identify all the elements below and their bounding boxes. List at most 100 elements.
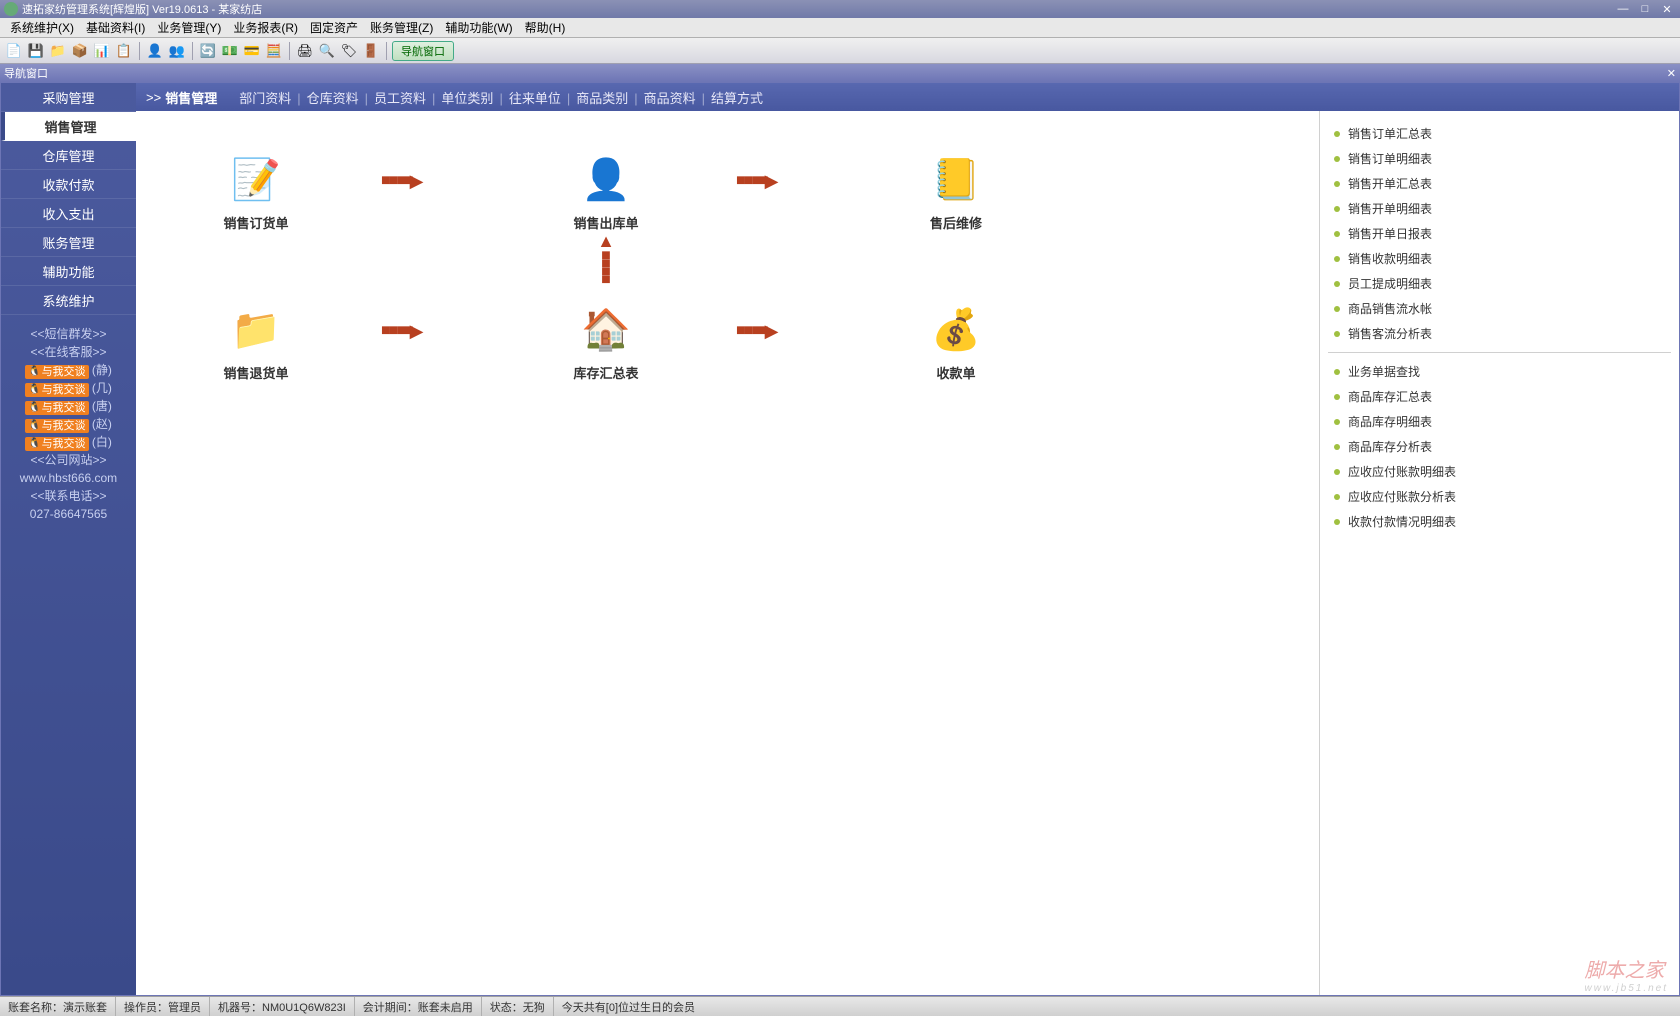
tool-user-icon[interactable]: 👤 bbox=[145, 41, 165, 61]
flow-r2-0[interactable]: 📁销售退货单 bbox=[206, 301, 306, 382]
statusbar: 账套名称：演示账套 操作员：管理员 机器号：NM0U1Q6W823I 会计期间：… bbox=[0, 996, 1680, 1016]
sidebar-links: <<短信群发>> <<在线客服>> 与我交谈 (静)与我交谈 (几)与我交谈 (… bbox=[1, 325, 136, 523]
arrow-r1-1: ■■■■ bbox=[381, 171, 422, 191]
chat-link-4[interactable]: 与我交谈 bbox=[25, 437, 88, 451]
report-g2-2[interactable]: 商品库存明细表 bbox=[1328, 409, 1671, 434]
sidebar-item-7[interactable]: 系统维护 bbox=[1, 286, 136, 315]
online-service-link[interactable]: <<在线客服>> bbox=[1, 343, 136, 361]
tool-folder-icon[interactable]: 📁 bbox=[48, 41, 68, 61]
report-g2-5[interactable]: 应收应付账款分析表 bbox=[1328, 484, 1671, 509]
menu-item-5[interactable]: 账务管理(Z) bbox=[364, 19, 439, 36]
chat-link-1[interactable]: 与我交谈 bbox=[25, 383, 88, 397]
toolbar-separator bbox=[192, 42, 193, 60]
chat-link-3[interactable]: 与我交谈 bbox=[25, 419, 88, 433]
tool-chart-icon[interactable]: 📊 bbox=[92, 41, 112, 61]
report-g2-1[interactable]: 商品库存汇总表 bbox=[1328, 384, 1671, 409]
tool-card-icon[interactable]: 💳 bbox=[242, 41, 262, 61]
breadcrumb-link-1[interactable]: 仓库资料 bbox=[305, 91, 361, 106]
main-area: 采购管理销售管理仓库管理收款付款收入支出账务管理辅助功能系统维护 <<短信群发>>… bbox=[0, 82, 1680, 996]
nav-window-button[interactable]: 导航窗口 bbox=[392, 41, 454, 61]
report-g1-2[interactable]: 销售开单汇总表 bbox=[1328, 171, 1671, 196]
arrow-vertical: ■■■■ bbox=[596, 231, 616, 284]
phone-label: <<联系电话>> bbox=[1, 487, 136, 505]
report-g2-4[interactable]: 应收应付账款明细表 bbox=[1328, 459, 1671, 484]
report-g1-8[interactable]: 销售客流分析表 bbox=[1328, 321, 1671, 346]
chat-link-2[interactable]: 与我交谈 bbox=[25, 401, 88, 415]
status-account: 账套名称：演示账套 bbox=[0, 997, 116, 1016]
menu-item-7[interactable]: 帮助(H) bbox=[519, 19, 572, 36]
tool-box-icon[interactable]: 📦 bbox=[70, 41, 90, 61]
flow-r1-2-icon: 📒 bbox=[928, 151, 984, 207]
report-g1-7[interactable]: 商品销售流水帐 bbox=[1328, 296, 1671, 321]
phone-number: 027-86647565 bbox=[1, 505, 136, 523]
sidebar-item-6[interactable]: 辅助功能 bbox=[1, 257, 136, 286]
close-button[interactable]: ✕ bbox=[1658, 3, 1676, 16]
report-g1-6[interactable]: 员工提成明细表 bbox=[1328, 271, 1671, 296]
tool-save-icon[interactable]: 💾 bbox=[26, 41, 46, 61]
flow-r2-1[interactable]: 🏠库存汇总表 bbox=[556, 301, 656, 382]
breadcrumb-link-7[interactable]: 结算方式 bbox=[709, 91, 765, 106]
menu-item-0[interactable]: 系统维护(X) bbox=[4, 19, 80, 36]
site-url[interactable]: www.hbst666.com bbox=[20, 471, 117, 485]
report-g2-6[interactable]: 收款付款情况明细表 bbox=[1328, 509, 1671, 534]
subwindow-close-icon[interactable]: ✕ bbox=[1667, 67, 1676, 80]
breadcrumb-link-4[interactable]: 往来单位 bbox=[507, 91, 563, 106]
report-panel: 销售订单汇总表销售订单明细表销售开单汇总表销售开单明细表销售开单日报表销售收款明… bbox=[1319, 111, 1679, 995]
sidebar-item-5[interactable]: 账务管理 bbox=[1, 228, 136, 257]
tool-money-icon[interactable]: 💵 bbox=[220, 41, 240, 61]
flow-r2-0-label: 销售退货单 bbox=[206, 363, 306, 382]
breadcrumb-link-0[interactable]: 部门资料 bbox=[237, 91, 293, 106]
report-g2-0[interactable]: 业务单据查找 bbox=[1328, 359, 1671, 384]
sidebar: 采购管理销售管理仓库管理收款付款收入支出账务管理辅助功能系统维护 <<短信群发>>… bbox=[1, 83, 136, 995]
subwindow-title: 导航窗口 bbox=[4, 65, 48, 81]
flow-r1-0-label: 销售订货单 bbox=[206, 213, 306, 232]
flow-r1-0-icon: 📝 bbox=[228, 151, 284, 207]
tool-tag-icon[interactable]: 🏷 bbox=[339, 41, 359, 61]
menu-item-6[interactable]: 辅助功能(W) bbox=[439, 19, 518, 36]
tool-search-icon[interactable]: 🔍 bbox=[317, 41, 337, 61]
breadcrumb-link-3[interactable]: 单位类别 bbox=[439, 91, 495, 106]
tool-print-icon[interactable]: 🖨 bbox=[295, 41, 315, 61]
report-g1-4[interactable]: 销售开单日报表 bbox=[1328, 221, 1671, 246]
tool-refresh-icon[interactable]: 🔄 bbox=[198, 41, 218, 61]
sidebar-item-2[interactable]: 仓库管理 bbox=[1, 141, 136, 170]
report-g1-5[interactable]: 销售收款明细表 bbox=[1328, 246, 1671, 271]
tool-users-icon[interactable]: 👥 bbox=[167, 41, 187, 61]
tool-list-icon[interactable]: 📋 bbox=[114, 41, 134, 61]
report-g1-0[interactable]: 销售订单汇总表 bbox=[1328, 121, 1671, 146]
app-title: 速拓家纺管理系统[辉煌版] Ver19.0613 - 某家纺店 bbox=[22, 1, 262, 17]
breadcrumb-link-6[interactable]: 商品资料 bbox=[642, 91, 698, 106]
flow-r1-2-label: 售后维修 bbox=[906, 213, 1006, 232]
menu-item-3[interactable]: 业务报表(R) bbox=[227, 19, 304, 36]
flow-diagram: 📝 销售订货单 👤销售出库单 📒 售后维修 📁销售退货单 🏠库存汇总表 💰收款单 ■■■■ ■■■… bbox=[136, 111, 1319, 995]
flow-r1-1[interactable]: 👤销售出库单 bbox=[556, 151, 656, 232]
menu-item-4[interactable]: 固定资产 bbox=[304, 19, 364, 36]
flow-r1-2[interactable]: 📒 售后维修 bbox=[906, 151, 1006, 232]
sidebar-item-0[interactable]: 采购管理 bbox=[1, 83, 136, 112]
arrow-r1-2: ■■■■ bbox=[736, 171, 777, 191]
report-g1-1[interactable]: 销售订单明细表 bbox=[1328, 146, 1671, 171]
menu-item-2[interactable]: 业务管理(Y) bbox=[151, 19, 227, 36]
report-g2-3[interactable]: 商品库存分析表 bbox=[1328, 434, 1671, 459]
sidebar-item-1[interactable]: 销售管理 bbox=[1, 112, 136, 141]
sidebar-item-4[interactable]: 收入支出 bbox=[1, 199, 136, 228]
status-operator: 操作员：管理员 bbox=[116, 997, 210, 1016]
status-period: 会计期间：账套未启用 bbox=[355, 997, 482, 1016]
flow-r1-0[interactable]: 📝 销售订货单 bbox=[206, 151, 306, 232]
content: >> 销售管理 部门资料|仓库资料|员工资料|单位类别|往来单位|商品类别|商品… bbox=[136, 83, 1679, 995]
tool-exit-icon[interactable]: 🚪 bbox=[361, 41, 381, 61]
minimize-button[interactable]: — bbox=[1614, 3, 1632, 16]
breadcrumb-link-5[interactable]: 商品类别 bbox=[574, 91, 630, 106]
arrow-r2-2: ■■■■ bbox=[736, 321, 777, 341]
tool-new-icon[interactable]: 📄 bbox=[4, 41, 24, 61]
sidebar-item-3[interactable]: 收款付款 bbox=[1, 170, 136, 199]
flow-r2-2[interactable]: 💰收款单 bbox=[906, 301, 1006, 382]
menu-item-1[interactable]: 基础资料(I) bbox=[80, 19, 151, 36]
tool-calc-icon[interactable]: 🧮 bbox=[264, 41, 284, 61]
maximize-button[interactable]: □ bbox=[1636, 3, 1654, 16]
chat-link-0[interactable]: 与我交谈 bbox=[25, 365, 88, 379]
report-g1-3[interactable]: 销售开单明细表 bbox=[1328, 196, 1671, 221]
toolbar: 📄 💾 📁 📦 📊 📋 👤 👥 🔄 💵 💳 🧮 🖨 🔍 🏷 🚪 导航窗口 bbox=[0, 38, 1680, 64]
sms-link[interactable]: <<短信群发>> bbox=[1, 325, 136, 343]
breadcrumb-link-2[interactable]: 员工资料 bbox=[372, 91, 428, 106]
